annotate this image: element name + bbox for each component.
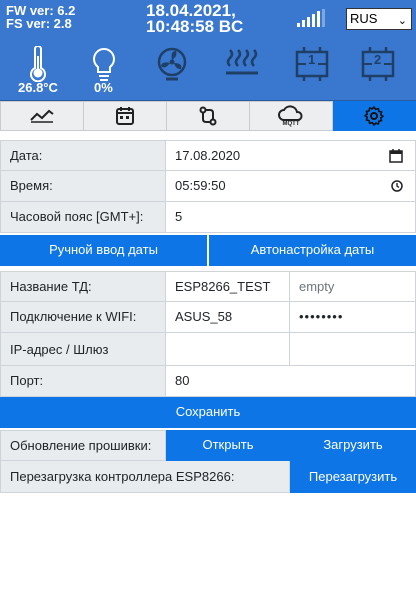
signal-strength-icon xyxy=(297,9,325,27)
chevron-down-icon: ⌄ xyxy=(397,15,407,27)
ip-label: IP-адрес / Шлюз xyxy=(0,333,166,366)
firmware-label: Обновление прошивки: xyxy=(0,430,166,461)
date-input[interactable]: 17.08.2020 xyxy=(166,140,416,171)
temperature-value: 26.8°C xyxy=(18,80,58,95)
gateway-input[interactable] xyxy=(290,333,416,366)
time-row: Время: 05:59:50 xyxy=(0,171,416,202)
port-input[interactable]: 80 xyxy=(166,366,416,397)
gear-icon xyxy=(364,106,384,126)
time-input[interactable]: 05:59:50 xyxy=(166,171,416,202)
date-label: Дата: xyxy=(0,140,166,171)
ap-name-row: Название ТД: ESP8266_TEST empty xyxy=(0,271,416,302)
light-value: 0% xyxy=(94,80,113,95)
save-button[interactable]: Сохранить xyxy=(0,397,416,428)
mqtt-cloud-icon xyxy=(278,105,303,121)
firmware-row: Обновление прошивки: Открыть Загрузить xyxy=(0,430,416,461)
ip-address-input[interactable] xyxy=(166,333,290,366)
reboot-label: Перезагрузка контроллера ESP8266: xyxy=(0,461,290,493)
ap-name-label: Название ТД: xyxy=(0,271,166,302)
mqtt-label: MQTT xyxy=(282,121,300,127)
timezone-label: Часовой пояс [GMT+]: xyxy=(0,202,166,233)
chart-icon xyxy=(30,109,54,123)
lightbulb-icon xyxy=(93,47,115,81)
reboot-row: Перезагрузка контроллера ESP8266: Переза… xyxy=(0,461,416,493)
auto-date-button[interactable]: Автонастройка даты xyxy=(209,235,416,266)
heater-icon xyxy=(226,49,258,75)
time-label: Время: xyxy=(0,171,166,202)
ap-name-input[interactable]: ESP8266_TEST xyxy=(166,271,290,302)
wifi-ssid-input[interactable]: ASUS_58 xyxy=(166,302,290,333)
tab-schedule[interactable] xyxy=(84,101,167,131)
wifi-label: Подключение к WIFI: xyxy=(0,302,166,333)
git-compare-icon xyxy=(199,106,217,126)
fan-icon xyxy=(157,47,187,81)
calendar-icon xyxy=(116,107,134,125)
wifi-password-input[interactable]: •••••••• xyxy=(290,302,416,333)
relay-2-number: 2 xyxy=(374,52,382,67)
wifi-row: Подключение к WIFI: ASUS_58 •••••••• xyxy=(0,302,416,333)
reboot-button[interactable]: Перезагрузить xyxy=(290,461,416,493)
manual-date-button[interactable]: Ручной ввод даты xyxy=(0,235,207,266)
status-header: FW ver: 6.2 FS ver: 2.8 18.04.2021, 10:4… xyxy=(0,0,416,101)
tab-mqtt[interactable]: MQTT xyxy=(250,101,333,131)
clock-icon[interactable] xyxy=(391,180,403,192)
tab-logic[interactable] xyxy=(167,101,250,131)
fs-version: FS ver: 2.8 xyxy=(6,16,72,31)
date-buttons-row: Ручной ввод даты Автонастройка даты xyxy=(0,235,416,266)
language-select[interactable]: RUS ⌄ xyxy=(346,8,412,30)
thermometer-icon xyxy=(30,46,46,82)
date-row: Дата: 17.08.2020 xyxy=(0,140,416,171)
port-label: Порт: xyxy=(0,366,166,397)
tab-charts[interactable] xyxy=(0,101,84,131)
calendar-picker-icon[interactable] xyxy=(389,149,403,163)
upload-firmware-button[interactable]: Загрузить xyxy=(290,430,416,461)
timezone-input[interactable]: 5 xyxy=(166,202,416,233)
ap-password-input[interactable]: empty xyxy=(290,271,416,302)
open-firmware-button[interactable]: Открыть xyxy=(166,430,290,461)
port-row: Порт: 80 xyxy=(0,366,416,397)
tab-settings[interactable] xyxy=(333,101,416,131)
ip-row: IP-адрес / Шлюз xyxy=(0,333,416,366)
save-row: Сохранить xyxy=(0,397,416,428)
current-time: 10:48:58 BC xyxy=(146,17,244,36)
timezone-row: Часовой пояс [GMT+]: 5 xyxy=(0,202,416,233)
tab-bar: MQTT xyxy=(0,101,416,131)
relay-1-number: 1 xyxy=(308,52,316,67)
